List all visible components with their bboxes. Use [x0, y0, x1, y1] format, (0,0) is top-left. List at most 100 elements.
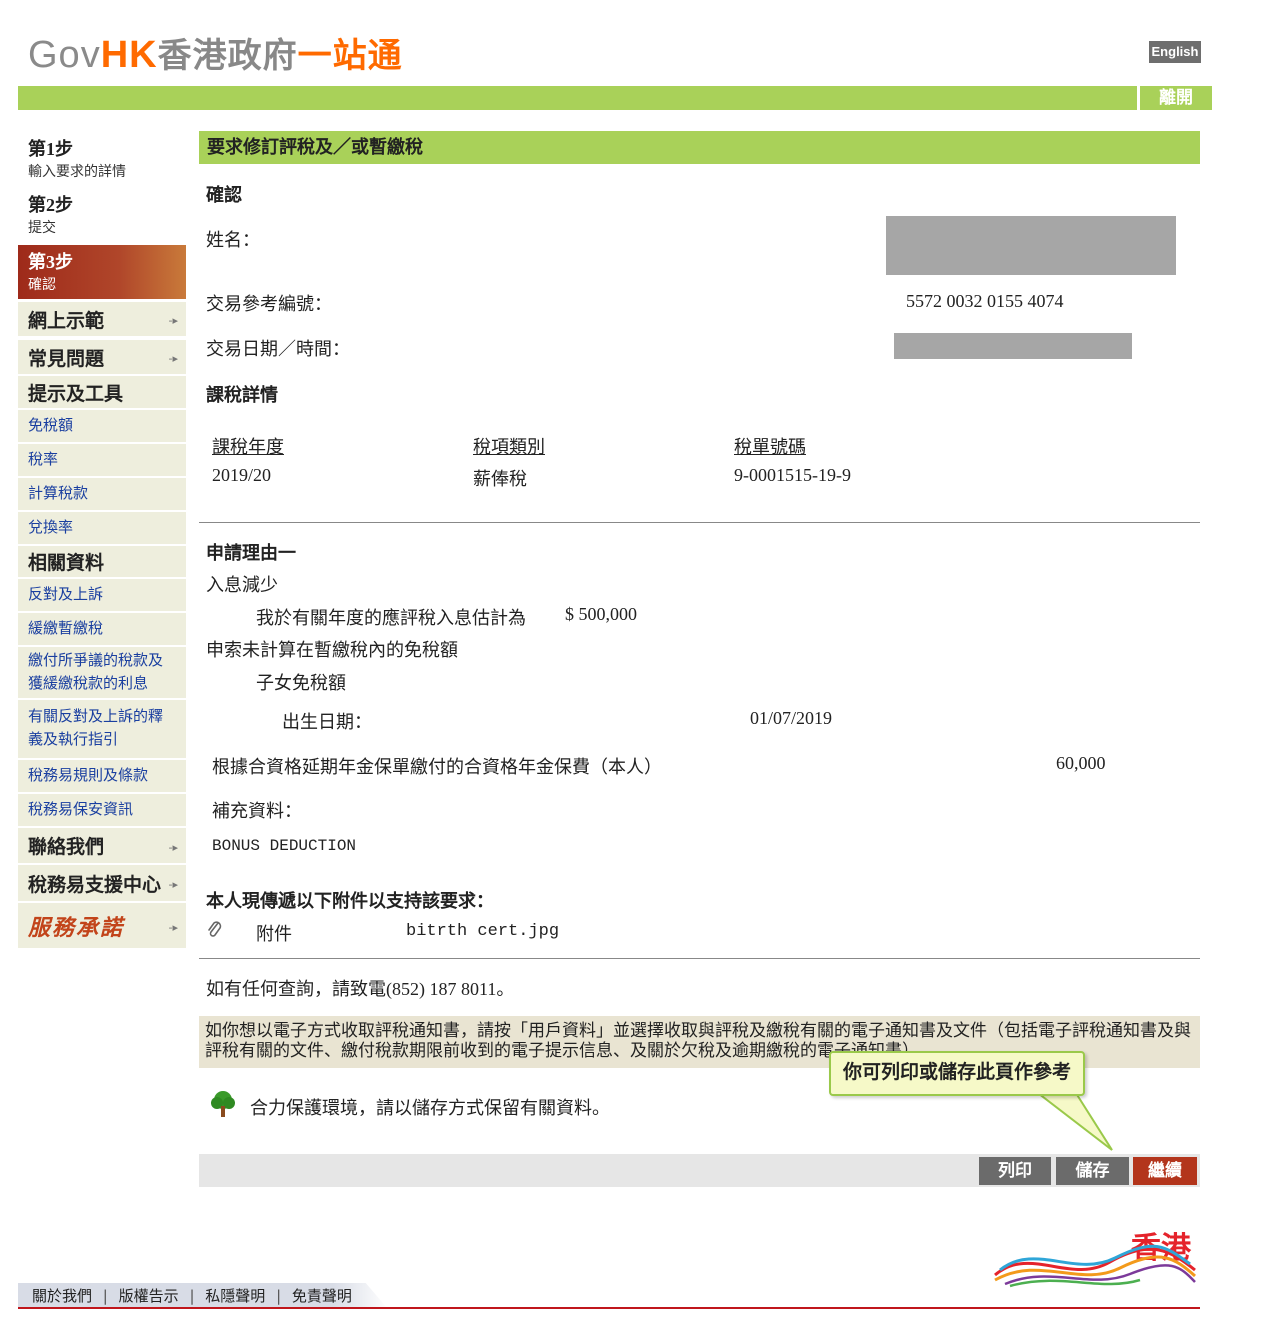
supplement-label: 補充資料：: [212, 801, 302, 821]
nav-exchange-label: 兌換率: [28, 519, 74, 536]
nav-eta-rules[interactable]: 稅務易規則及條款: [18, 760, 186, 794]
print-button[interactable]: 列印: [979, 1157, 1051, 1185]
arrow-icon: -▸: [168, 920, 179, 934]
attachment-header: 本人現傳遞以下附件以支持該要求：: [206, 891, 494, 911]
tree-icon: [208, 1089, 238, 1119]
nav-tips-header-label: 提示及工具: [28, 383, 124, 405]
nav-eta-security[interactable]: 稅務易保安資訊: [18, 794, 186, 828]
nav-holdover-label: 緩繳暫繳稅: [28, 620, 104, 637]
step-3-active: 第3步 確認: [18, 245, 186, 299]
table-header-year: 課稅年度: [212, 437, 284, 457]
arrow-icon: -▸: [168, 313, 179, 327]
nav-disputed-line-1: 繳付所爭議的稅款及: [28, 652, 164, 669]
footer-disclaimer-link[interactable]: 免責聲明: [292, 1287, 352, 1305]
green-message: 合力保護環境，請以儲存方式保留有關資料。: [250, 1098, 610, 1118]
annuity-value: 60,000: [1056, 753, 1106, 773]
continue-button[interactable]: 繼續: [1133, 1157, 1197, 1185]
logo-cn-text: 香港政府: [157, 36, 298, 76]
confirm-header: 確認: [206, 185, 242, 205]
page-title: 要求修訂評稅及／或暫繳稅: [199, 131, 1200, 164]
nav-demo-label: 網上示範: [28, 310, 105, 332]
footer-separator: |: [276, 1287, 282, 1305]
nav-support[interactable]: 稅務易支援中心 -▸: [18, 865, 186, 903]
step-1-subtitle: 輸入要求的詳情: [28, 165, 126, 180]
name-value-redacted: [886, 216, 1176, 275]
nav-tips-header: 提示及工具: [18, 376, 186, 410]
step-2: 第2步 提交: [18, 191, 186, 236]
nav-calc-label: 計算稅款: [28, 485, 89, 502]
step-2-title: 第2步: [28, 195, 73, 215]
step-1: 第1步 輸入要求的詳情: [18, 135, 186, 180]
nav-faq[interactable]: 常見問題 -▸: [18, 340, 186, 376]
brand-hong-kong-logo: [994, 1244, 1197, 1288]
nav-contact[interactable]: 聯絡我們 -▸: [18, 828, 186, 865]
table-header-number: 稅單號碼: [734, 437, 806, 457]
step-3-subtitle: 確認: [28, 278, 56, 293]
header-green-bar: [18, 86, 1212, 110]
tax-details-header: 課稅詳情: [206, 385, 278, 405]
nav-demo[interactable]: 網上示範 -▸: [18, 302, 186, 338]
child-allowance: 子女免稅額: [256, 673, 346, 693]
logo-gov-text: Gov: [28, 34, 101, 76]
footer-links: 關於我們 | 版權告示 | 私隱聲明 | 免責聲明: [18, 1283, 388, 1309]
step-3-title: 第3步: [28, 252, 73, 272]
nav-tax-rates[interactable]: 稅率: [18, 444, 186, 478]
nav-pledge[interactable]: 服務承諾 -▸: [18, 903, 186, 950]
enquiry-text: 如有任何查詢，請致電(852) 187 8011。: [206, 979, 515, 999]
reason-header: 申請理由一: [206, 543, 296, 563]
dob-label: 出生日期：: [282, 712, 372, 732]
nav-holdover[interactable]: 緩繳暫繳稅: [18, 613, 186, 647]
nav-guide-line-1: 有關反對及上訴的釋: [28, 709, 164, 725]
exit-button[interactable]: 離開: [1137, 86, 1212, 110]
english-button[interactable]: English: [1149, 41, 1201, 63]
datetime-value-redacted: [894, 333, 1132, 359]
attachment-file[interactable]: bitrth cert.jpg: [406, 922, 559, 941]
reason-1: 入息減少: [206, 575, 278, 595]
nav-related-header: 相關資料: [18, 546, 186, 579]
ref-label: 交易參考編號：: [206, 294, 332, 314]
footer-privacy-link[interactable]: 私隱聲明: [205, 1287, 265, 1305]
footer-red-line: [18, 1307, 1200, 1309]
footer-about-link[interactable]: 關於我們: [32, 1287, 92, 1305]
nav-disputed-label: 繳付所爭議的稅款及 獲緩繳稅款的利息: [28, 650, 163, 696]
nav-pledge-label: 服務承諾: [28, 914, 125, 940]
save-button[interactable]: 儲存: [1056, 1157, 1129, 1185]
arrow-icon: -▸: [168, 840, 179, 854]
nav-eta-security-label: 稅務易保安資訊: [28, 801, 134, 818]
print-save-tooltip: 你可列印或儲存此頁作參考: [829, 1051, 1085, 1096]
arrow-icon: -▸: [168, 877, 179, 891]
name-label: 姓名：: [206, 230, 260, 250]
nav-tax-rates-label: 稅率: [28, 451, 59, 468]
nav-disputed-line-2: 獲緩繳稅款的利息: [28, 675, 149, 692]
table-cell-type: 薪俸稅: [473, 469, 527, 489]
nav-guide[interactable]: 有關反對及上訴的釋 義及執行指引: [18, 700, 186, 760]
table-cell-number: 9-0001515-19-9: [734, 465, 851, 485]
nav-calc[interactable]: 計算稅款: [18, 478, 186, 512]
nav-guide-line-2: 義及執行指引: [28, 732, 119, 748]
reason-2: 申索未計算在暫繳稅內的免稅額: [206, 640, 458, 660]
nav-disputed[interactable]: 繳付所爭議的稅款及 獲緩繳稅款的利息: [18, 647, 186, 700]
income-estimate-label: 我於有關年度的應評稅入息估計為: [256, 608, 526, 628]
nav-contact-label: 聯絡我們: [28, 837, 105, 858]
step-1-title: 第1步: [28, 139, 73, 159]
attachment-label: 附件: [256, 924, 292, 944]
nav-objection[interactable]: 反對及上訴: [18, 579, 186, 613]
nav-eta-rules-label: 稅務易規則及條款: [28, 767, 149, 784]
table-cell-year: 2019/20: [212, 465, 272, 485]
supplement-value: BONUS DEDUCTION: [212, 837, 357, 855]
nav-allowances[interactable]: 免稅額: [18, 410, 186, 444]
govhk-logo[interactable]: GovHK香港政府一站通: [28, 28, 403, 77]
table-header-type: 稅項類別: [473, 437, 545, 457]
ref-value: 5572 0032 0155 4074: [906, 291, 1064, 311]
income-estimate-value: $ 500,000: [565, 604, 637, 624]
footer-copyright-link[interactable]: 版權告示: [119, 1287, 179, 1305]
nav-related-header-label: 相關資料: [28, 553, 105, 574]
arrow-icon: -▸: [168, 351, 179, 365]
nav-exchange[interactable]: 兌換率: [18, 512, 186, 546]
paperclip-icon: [206, 920, 224, 940]
nav-allowances-label: 免稅額: [28, 417, 74, 434]
logo-hk-text: HK: [100, 34, 158, 76]
annuity-label: 根據合資格延期年金保單繳付的合資格年金保費（本人）: [212, 757, 662, 777]
nav-faq-label: 常見問題: [28, 348, 105, 370]
tooltip-pointer-icon: [1032, 1090, 1113, 1151]
